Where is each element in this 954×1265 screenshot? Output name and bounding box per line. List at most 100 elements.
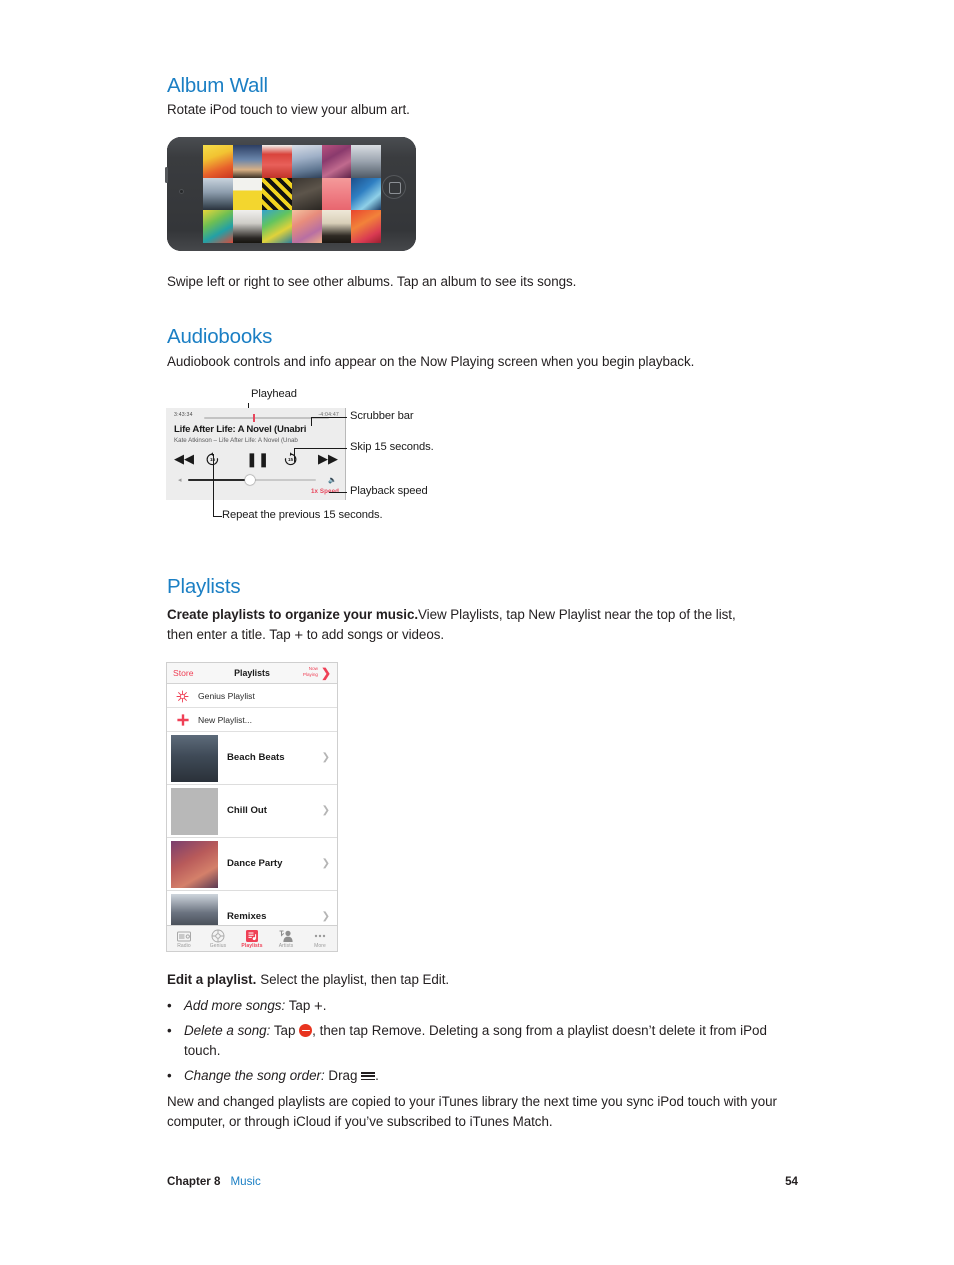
album-art-tile xyxy=(291,210,322,243)
bullet-term: Add more songs: xyxy=(184,998,286,1013)
skip-forward-15-button[interactable]: 15 xyxy=(283,452,298,467)
artists-icon xyxy=(269,929,303,943)
volume-empty-track xyxy=(254,479,316,481)
now-playing-line2: Playing xyxy=(302,671,318,677)
album-art-tile xyxy=(232,145,263,178)
tab-genius-label: Genius xyxy=(209,943,227,949)
album-art-tile xyxy=(262,145,292,178)
playhead-marker[interactable] xyxy=(253,414,255,422)
create-playlists-lead: Create playlists to organize your music. xyxy=(167,607,419,622)
edit-playlist-lead: Edit a playlist. xyxy=(167,972,257,987)
genius-playlist-row[interactable]: Genius Playlist xyxy=(167,684,337,708)
album-art-tile xyxy=(232,177,263,211)
tab-radio[interactable]: Radio xyxy=(167,926,201,951)
playlists-icon xyxy=(235,929,269,943)
album-wall-screen xyxy=(203,145,381,243)
chevron-right-icon: ❯ xyxy=(321,858,330,869)
genius-icon xyxy=(201,929,235,943)
callout-label-playback-speed: Playback speed xyxy=(350,485,428,497)
skip-forward-15-label: 15 xyxy=(287,457,294,462)
playlist-name: Remixes xyxy=(227,911,267,922)
page-number: 54 xyxy=(785,1175,798,1188)
section-heading-audiobooks: Audiobooks xyxy=(167,325,273,348)
new-playlist-row[interactable]: New Playlist... xyxy=(167,708,337,732)
album-art-tile xyxy=(291,145,322,178)
device-home-button xyxy=(382,175,406,199)
tab-genius[interactable]: Genius xyxy=(201,926,235,951)
album-art-tile xyxy=(351,177,381,211)
bullet-text-before: Tap xyxy=(270,1023,300,1038)
radio-icon xyxy=(167,929,201,943)
playlist-list-item[interactable]: Chill Out ❯ xyxy=(167,785,337,838)
bullet-text-before: Tap xyxy=(285,998,315,1013)
playlist-name: Beach Beats xyxy=(227,752,285,763)
volume-filled-track xyxy=(188,479,248,481)
plus-icon xyxy=(176,713,190,727)
tab-playlists-label: Playlists xyxy=(241,943,263,949)
audiobooks-intro: Audiobook controls and info appear on th… xyxy=(167,354,695,369)
callout-label-playhead: Playhead xyxy=(251,388,297,400)
playlist-list-item[interactable]: Dance Party ❯ xyxy=(167,838,337,891)
pause-button[interactable]: ❚❚ xyxy=(246,450,269,468)
edit-playlist-paragraph: Edit a playlist. Select the playlist, the… xyxy=(167,970,807,990)
tab-more-label: More xyxy=(314,943,326,949)
album-art-thumbnail xyxy=(171,841,218,888)
bullet-term: Change the song order: xyxy=(184,1068,325,1083)
manual-page: Album Wall Rotate iPod touch to view you… xyxy=(0,0,954,1265)
callout-leader-skip15-horz xyxy=(294,448,347,449)
bullet-dot: • xyxy=(167,998,172,1013)
volume-high-icon: 🔈 xyxy=(328,477,337,484)
callout-label-repeat-15: Repeat the previous 15 seconds. xyxy=(222,509,383,521)
footer-module-link[interactable]: Music xyxy=(230,1175,260,1188)
album-art-thumbnail xyxy=(171,788,218,835)
new-playlist-label: New Playlist... xyxy=(198,715,252,725)
minus-circle-icon xyxy=(299,1024,313,1037)
elapsed-time: 3:43:34 xyxy=(174,412,193,418)
tab-more[interactable]: More xyxy=(303,926,337,951)
chevron-right-icon: ❯ xyxy=(321,805,330,816)
album-wall-caption: Swipe left or right to see other albums.… xyxy=(167,274,577,289)
create-playlists-rest-3: to add songs or videos. xyxy=(303,626,445,642)
tab-artists[interactable]: Artists xyxy=(269,926,303,951)
playlist-list-item[interactable]: Beach Beats ❯ xyxy=(167,732,337,785)
bullet-dot: • xyxy=(167,1023,172,1038)
callout-leader-speed xyxy=(329,492,347,493)
album-art-tile xyxy=(232,210,263,243)
callout-leader-scrubber-vert xyxy=(311,417,312,426)
album-art-tile xyxy=(351,145,381,178)
chevron-right-icon[interactable]: ❯ xyxy=(321,667,331,679)
reorder-bars-icon xyxy=(361,1072,376,1081)
album-art-thumbnail xyxy=(171,735,218,782)
callout-leader-repeat15-vert xyxy=(213,454,214,516)
album-art-tile xyxy=(321,177,352,211)
playback-controls: ◀◀ 15 ❚❚ 15 ▶▶ xyxy=(166,448,345,474)
volume-slider[interactable]: ◂ 🔈 xyxy=(166,474,345,486)
playlists-create-paragraph: Create playlists to organize your music.… xyxy=(167,607,736,644)
bullet-term: Delete a song: xyxy=(184,1023,271,1038)
audiobook-title: Life After Life: A Novel (Unabri xyxy=(174,424,307,435)
bullet-text-after: . xyxy=(375,1068,379,1083)
album-art-tile xyxy=(321,210,352,243)
mockup-nav-bar: Store Playlists Now Playing ❯ xyxy=(167,663,337,684)
create-playlists-rest-2: then enter a title. Tap xyxy=(167,626,295,642)
album-art-tile xyxy=(262,177,292,211)
device-camera-icon xyxy=(179,189,184,194)
album-art-tile xyxy=(291,177,322,211)
tab-radio-label: Radio xyxy=(177,943,191,949)
album-art-tile xyxy=(262,210,292,243)
tab-playlists[interactable]: Playlists xyxy=(235,926,269,951)
genius-playlist-label: Genius Playlist xyxy=(198,691,255,701)
playlist-name: Chill Out xyxy=(227,805,267,816)
callout-label-skip-15: Skip 15 seconds. xyxy=(350,441,434,453)
tab-artists-label: Artists xyxy=(278,943,294,949)
footer-chapter: Chapter 8 xyxy=(167,1175,221,1188)
previous-track-button[interactable]: ◀◀ xyxy=(174,450,194,468)
now-playing-button[interactable]: Now Playing xyxy=(303,666,318,677)
playlists-closing-paragraph: New and changed playlists are copied to … xyxy=(167,1094,777,1129)
chevron-right-icon: ❯ xyxy=(321,752,330,763)
next-track-button[interactable]: ▶▶ xyxy=(318,450,338,468)
callout-leader-skip15-vert xyxy=(294,448,295,462)
volume-knob[interactable] xyxy=(245,475,255,485)
device-side-button xyxy=(165,167,168,183)
list-item: • Delete a song: Tap , then tap Remove. … xyxy=(167,1021,797,1060)
